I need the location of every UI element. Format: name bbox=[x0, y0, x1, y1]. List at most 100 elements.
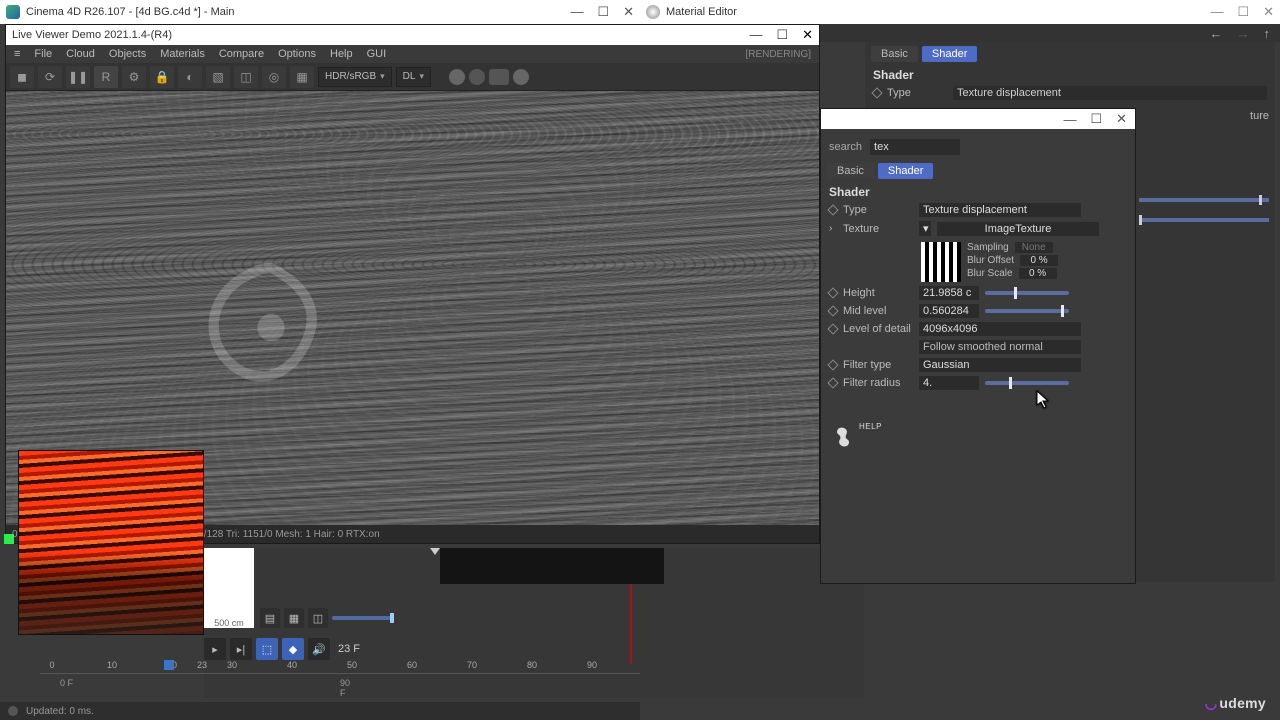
active-marker bbox=[4, 534, 14, 544]
mateditor-maximize-button[interactable]: ☐ bbox=[1237, 4, 1249, 20]
mid-key-icon[interactable] bbox=[827, 305, 838, 316]
menu-help[interactable]: Help bbox=[330, 48, 353, 60]
tb-ae-icon[interactable]: ▦ bbox=[290, 66, 314, 88]
menu-gui[interactable]: GUI bbox=[367, 48, 387, 60]
sampling-value[interactable]: None bbox=[1015, 242, 1053, 253]
type-key-icon[interactable] bbox=[827, 204, 838, 215]
search-label: search bbox=[829, 141, 862, 153]
sound-icon[interactable]: 🔊 bbox=[308, 638, 330, 660]
tb-dot3-icon[interactable] bbox=[513, 69, 529, 85]
tb-camera-icon[interactable] bbox=[489, 69, 509, 85]
nav-forward-icon[interactable]: → bbox=[1237, 26, 1250, 41]
back-tab-shader[interactable]: Shader bbox=[922, 46, 977, 62]
front-close-button[interactable]: ✕ bbox=[1116, 111, 1127, 127]
lod-value[interactable]: 4096x4096 bbox=[919, 322, 1081, 336]
front-maximize-button[interactable]: ☐ bbox=[1090, 111, 1102, 127]
menu-compare[interactable]: Compare bbox=[219, 48, 264, 60]
height-slider[interactable] bbox=[985, 291, 1069, 295]
filtertype-label: Filter type bbox=[843, 359, 913, 371]
main-maximize-button[interactable]: ☐ bbox=[597, 4, 609, 20]
back-tab-basic[interactable]: Basic bbox=[871, 46, 918, 62]
back-type-key-icon[interactable] bbox=[871, 87, 882, 98]
keyframe-icon[interactable]: ◆ bbox=[282, 638, 304, 660]
nav-back-icon[interactable]: ← bbox=[1210, 26, 1223, 41]
main-close-button[interactable]: ✕ bbox=[623, 4, 634, 20]
octane-logo-icon bbox=[831, 425, 859, 453]
front-tab-basic[interactable]: Basic bbox=[827, 163, 874, 179]
mateditor-close-button[interactable]: ✕ bbox=[1263, 4, 1274, 20]
back-section-title: Shader bbox=[865, 66, 1275, 84]
front-tab-shader[interactable]: Shader bbox=[878, 163, 933, 179]
device-select[interactable]: DL bbox=[396, 67, 431, 87]
texture-value[interactable]: ImageTexture bbox=[937, 222, 1099, 236]
filtertype-value[interactable]: Gaussian bbox=[919, 358, 1081, 372]
follow-smoothed-toggle[interactable]: Follow smoothed normal bbox=[919, 340, 1081, 354]
lod-key-icon[interactable] bbox=[827, 323, 838, 334]
main-minimize-button[interactable]: — bbox=[570, 4, 583, 20]
front-minimize-button[interactable]: — bbox=[1063, 112, 1076, 127]
tb-pause-icon[interactable]: ❚❚ bbox=[66, 66, 90, 88]
live-viewer-title: Live Viewer Demo 2021.1.4-(R4) bbox=[12, 29, 172, 41]
tb-refresh-icon[interactable]: ⟳ bbox=[38, 66, 62, 88]
step-icon[interactable]: ▸| bbox=[230, 638, 252, 660]
tb-dot2-icon[interactable] bbox=[469, 69, 485, 85]
reference-thumbnail[interactable] bbox=[18, 450, 204, 635]
filterradius-key-icon[interactable] bbox=[827, 377, 838, 388]
mid-value[interactable]: 0.560284 bbox=[919, 304, 979, 318]
autokey-icon[interactable]: ⬚ bbox=[256, 638, 278, 660]
tb-lock-icon[interactable]: 🔒 bbox=[150, 66, 174, 88]
view-grid-icon[interactable]: ▦ bbox=[284, 608, 304, 628]
menu-materials[interactable]: Materials bbox=[160, 48, 205, 60]
octane-watermark-icon bbox=[186, 251, 356, 421]
view-large-icon[interactable]: ◫ bbox=[308, 608, 328, 628]
mateditor-minimize-button[interactable]: — bbox=[1210, 4, 1223, 20]
lv-maximize-button[interactable]: ☐ bbox=[776, 27, 788, 43]
material-shelf[interactable] bbox=[440, 548, 664, 584]
main-titlebar: Cinema 4D R26.107 - [4d BG.c4d *] - Main… bbox=[0, 0, 640, 24]
texture-picker-icon[interactable]: ▾ bbox=[919, 221, 931, 236]
view-list-icon[interactable]: ▤ bbox=[260, 608, 280, 628]
menu-cloud[interactable]: Cloud bbox=[66, 48, 95, 60]
play-icon[interactable]: ▸ bbox=[204, 638, 226, 660]
filterradius-value[interactable]: 4. bbox=[919, 376, 979, 390]
live-viewer-titlebar: Live Viewer Demo 2021.1.4-(R4) — ☐ ✕ bbox=[6, 25, 819, 45]
status-text: Updated: 0 ms. bbox=[26, 706, 94, 717]
filtertype-key-icon[interactable] bbox=[827, 359, 838, 370]
tb-stop-icon[interactable]: ◼ bbox=[10, 66, 34, 88]
type-dropdown[interactable]: Texture displacement bbox=[919, 203, 1081, 217]
color-space-select[interactable]: HDR/sRGB bbox=[318, 67, 392, 87]
texture-label: Texture bbox=[843, 223, 913, 235]
lv-minimize-button[interactable]: — bbox=[749, 27, 762, 43]
menu-options[interactable]: Options bbox=[278, 48, 316, 60]
tb-crop-icon[interactable]: ▧ bbox=[206, 66, 230, 88]
texture-thumbnail[interactable] bbox=[921, 242, 961, 282]
tb-pick-icon[interactable]: ◫ bbox=[234, 66, 258, 88]
height-value[interactable]: 21.9858 c bbox=[919, 286, 979, 300]
back-slider-1[interactable] bbox=[1139, 198, 1269, 202]
search-input[interactable] bbox=[870, 139, 960, 155]
playhead-icon[interactable] bbox=[164, 660, 174, 670]
height-key-icon[interactable] bbox=[827, 287, 838, 298]
c4d-app-icon bbox=[6, 5, 20, 19]
back-slider-2[interactable] bbox=[1139, 218, 1269, 222]
mid-slider[interactable] bbox=[985, 309, 1069, 313]
menu-objects[interactable]: Objects bbox=[109, 48, 146, 60]
tb-region-icon[interactable]: R bbox=[94, 66, 118, 88]
thumb-size-slider[interactable] bbox=[332, 616, 392, 620]
back-type-value[interactable]: Texture displacement bbox=[953, 86, 1267, 100]
blur-offset-value[interactable]: 0 % bbox=[1020, 255, 1058, 266]
lv-close-button[interactable]: ✕ bbox=[802, 27, 813, 43]
rendering-status: [RENDERING] bbox=[745, 49, 811, 60]
filterradius-slider[interactable] bbox=[985, 381, 1069, 385]
lv-hamburger-icon[interactable]: ≡ bbox=[14, 48, 20, 60]
blur-scale-value[interactable]: 0 % bbox=[1019, 268, 1057, 279]
texture-expand-icon[interactable]: › bbox=[829, 223, 837, 234]
tb-clay-icon[interactable]: ◐ bbox=[178, 66, 202, 88]
mini-viewport[interactable]: 500 cm bbox=[204, 548, 254, 628]
menu-file[interactable]: File bbox=[34, 48, 52, 60]
tb-focus-icon[interactable]: ◎ bbox=[262, 66, 286, 88]
tb-dot1-icon[interactable] bbox=[449, 69, 465, 85]
nav-up-icon[interactable]: ↑ bbox=[1264, 26, 1271, 41]
tb-gear-icon[interactable]: ⚙ bbox=[122, 66, 146, 88]
material-editor-title: Material Editor bbox=[666, 6, 737, 18]
